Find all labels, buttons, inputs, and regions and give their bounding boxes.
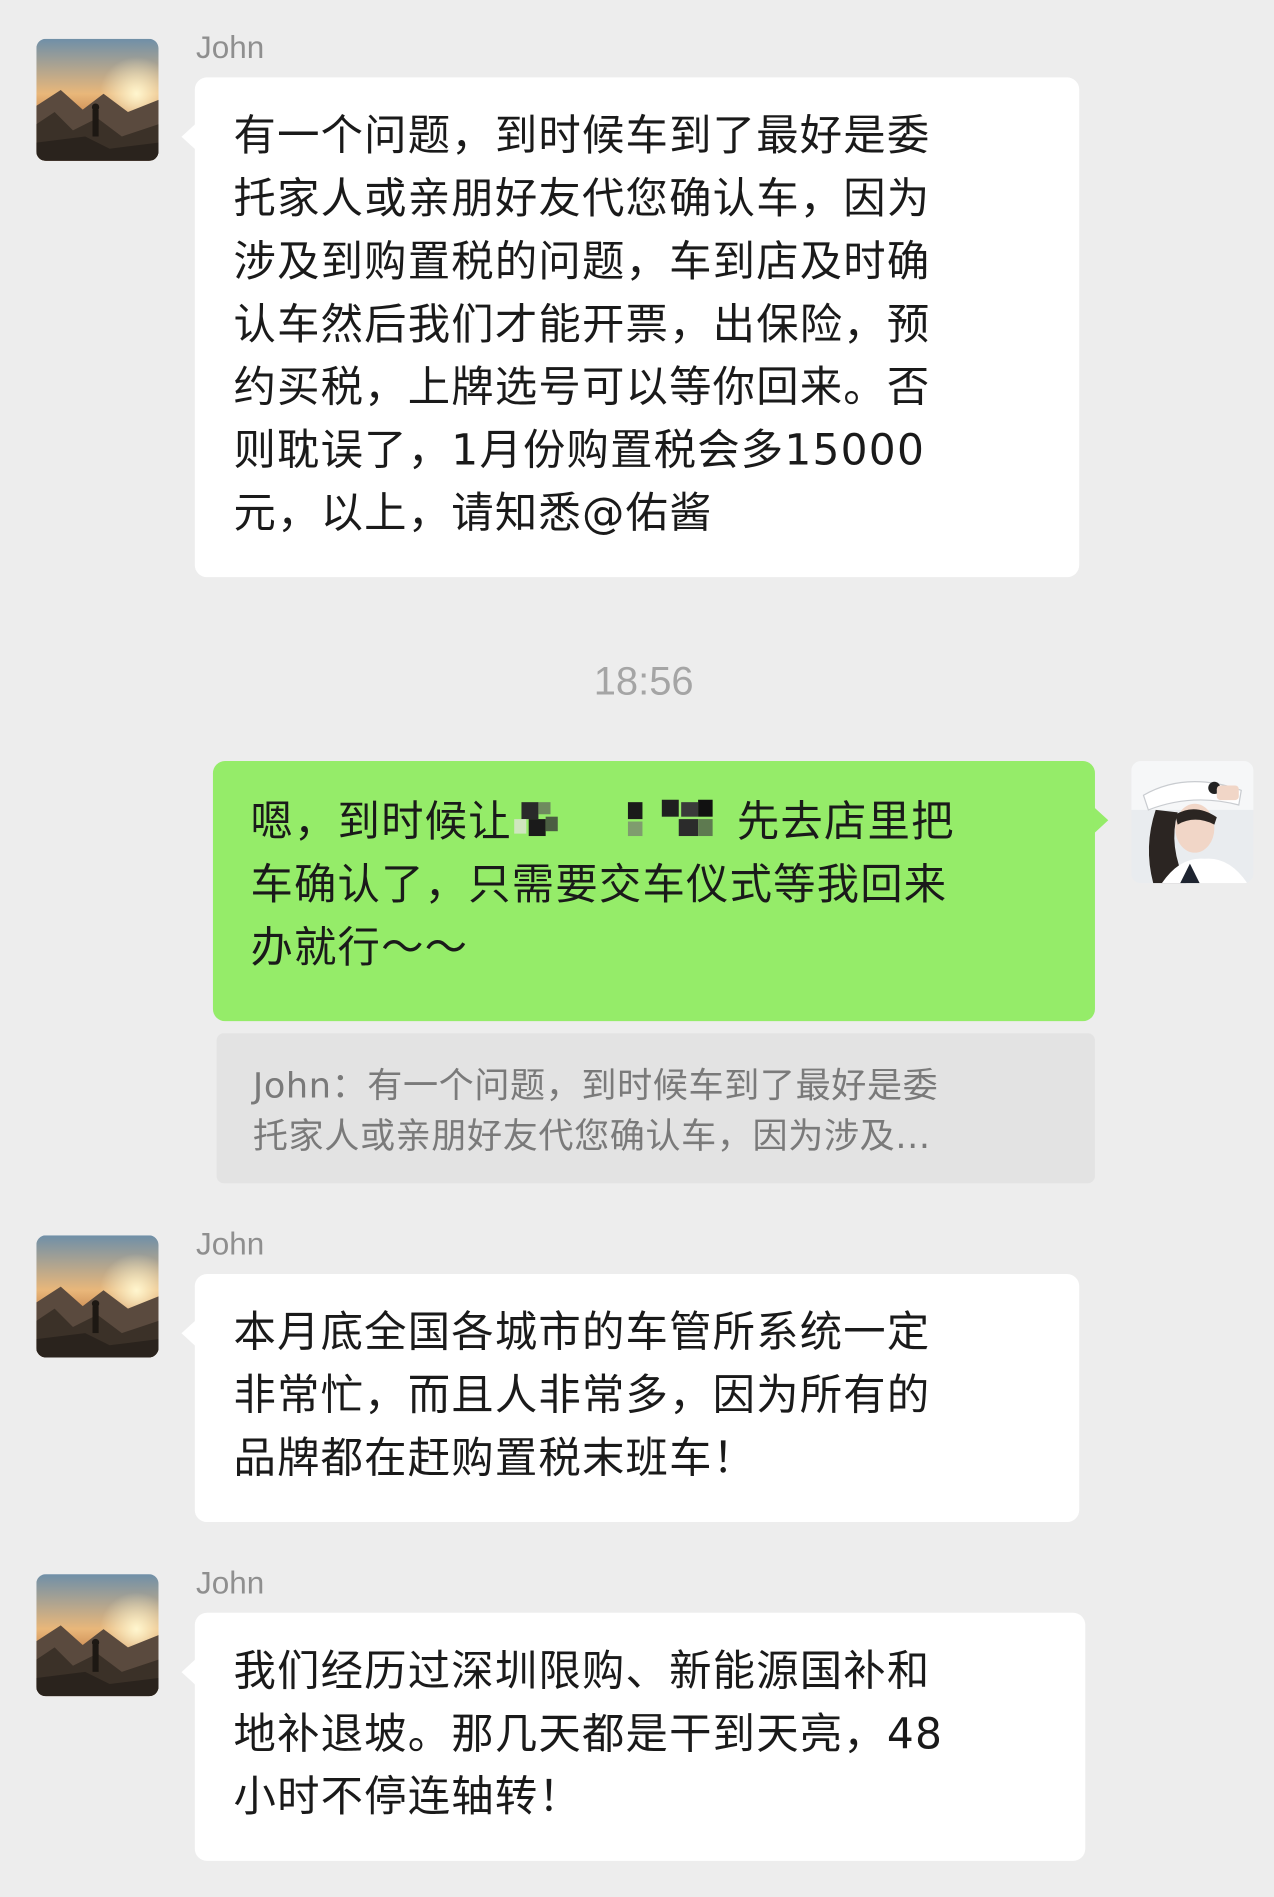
message-bubble[interactable]: 我们经历过深圳限购、新能源国补和 地补退坡。那几天都是干到天亮，48 小时不停连… <box>181 1612 1086 1861</box>
chat-screen: John 有一个问题，到时候车到了最好是委 托家人或亲朋好友代您确认车，因为 涉… <box>0 0 1274 1897</box>
message-line: 地补退坡。那几天都是干到天亮，48 <box>233 1710 944 1760</box>
message-line: 有一个问题，到时候车到了最好是委 <box>233 112 931 161</box>
message-line: 办就行～～ <box>250 924 469 973</box>
quoted-message[interactable]: John：有一个问题，到时候车到了最好是委 托家人或亲朋好友代您确认车，因为涉及… <box>216 1033 1095 1184</box>
mountain-sunset-avatar-icon <box>36 38 159 161</box>
message-line: 元，以上，请知悉@佑酱 <box>233 490 713 539</box>
sender-name: John <box>196 1564 265 1601</box>
message-line: 车确认了，只需要交车仪式等我回来 <box>250 861 948 910</box>
my-avatar[interactable] <box>1131 761 1254 884</box>
mountain-sunset-avatar-icon <box>36 1235 159 1358</box>
message-line: 我们经历过深圳限购、新能源国补和 <box>233 1647 931 1697</box>
message-line: 托家人或亲朋好友代您确认车，因为 <box>233 175 931 224</box>
message-line: 约买税，上牌选号可以等你回来。否 <box>233 364 931 413</box>
message-line: 嗯，到时候让 先去店里把 <box>250 791 1095 854</box>
message-line: 则耽误了，1月份购置税会多15000 <box>233 427 926 476</box>
message-text: 先去店里把 <box>736 798 955 847</box>
john-avatar[interactable] <box>36 38 159 161</box>
sender-name: John <box>196 1225 265 1262</box>
message-line: 涉及到购置税的问题，车到店及时确 <box>233 238 931 287</box>
message-bubble[interactable]: 本月底全国各城市的车管所系统一定 非常忙，而且人非常多，因为所有的 品牌都在赶购… <box>181 1274 1080 1523</box>
message-text: 嗯，到时候让 <box>250 798 512 847</box>
sender-name: John <box>196 29 265 66</box>
quote-line: John：有一个问题，到时候车到了最好是委 <box>252 1064 939 1106</box>
mountain-sunset-avatar-icon <box>36 1574 159 1697</box>
message-line: 非常忙，而且人非常多，因为所有的 <box>233 1372 931 1421</box>
message-line: 认车然后我们才能开票，出保险，预 <box>233 301 931 350</box>
quote-line: 托家人或亲朋好友代您确认车，因为涉及... <box>252 1115 931 1157</box>
message-line: 品牌都在赶购置税末班车！ <box>233 1434 757 1484</box>
john-avatar[interactable] <box>36 1574 159 1697</box>
message-line: 小时不停连轴转！ <box>233 1773 582 1823</box>
chat-timestamp: 18:56 <box>593 658 694 703</box>
woman-white-cap-avatar-icon <box>1131 761 1254 884</box>
message-bubble[interactable]: 有一个问题，到时候车到了最好是委 托家人或亲朋好友代您确认车，因为 涉及到购置税… <box>181 77 1080 578</box>
redacted-name-mosaic <box>512 795 737 843</box>
my-message-bubble[interactable]: 嗯，到时候让 先去店里把 车确认了，只需要交车仪式等我回来 办就行～～ <box>212 761 1109 1022</box>
message-line: 本月底全国各城市的车管所系统一定 <box>233 1309 931 1358</box>
john-avatar[interactable] <box>36 1235 159 1358</box>
